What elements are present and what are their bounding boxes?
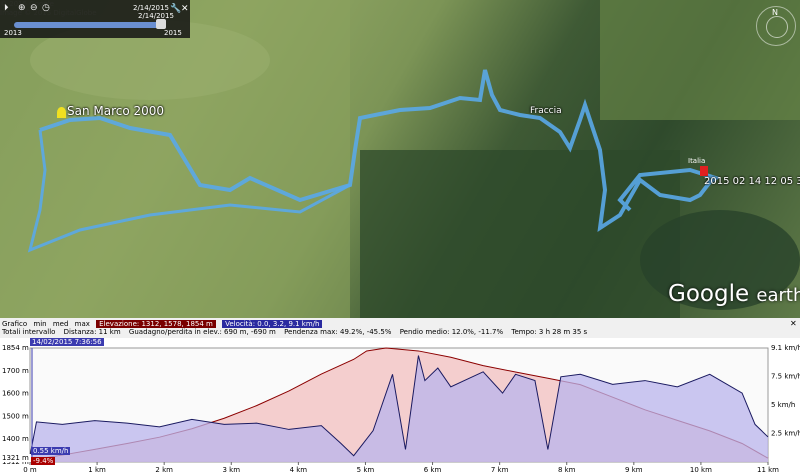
legend-max: max — [74, 320, 90, 328]
stats-gain-loss: Guadagno/perdita in elev.: 690 m, -690 m — [128, 328, 276, 336]
x-tick-label: 9 km — [625, 466, 643, 474]
play-icon[interactable]: ⏵ — [4, 3, 9, 13]
y-tick-label-right: 2.5 km/h — [771, 430, 800, 438]
profile-chart[interactable]: 0 m 1 km 2 km 3 km 4 km 5 km 6 km 7 km 8 km 9 km 1… — [0, 338, 800, 474]
time-slider-panel: ⏵ ⊕ ⊖ ◷ 2/14/2015 2/14/2015 2013 2015 🔧 … — [0, 0, 190, 38]
profile-close-icon[interactable]: ✕ — [790, 319, 797, 328]
profile-chart-svg[interactable]: 0 m 1 km 2 km 3 km 4 km 5 km 6 km 7 km 8 km 9 km 1… — [0, 338, 800, 474]
elevation-profile-panel: ✕ Grafico min med max Elevazione: 1312, … — [0, 318, 800, 474]
y-tick-label-left: 1600 m — [2, 390, 29, 398]
satellite-terrain — [0, 0, 800, 318]
x-tick-label: 4 km — [290, 466, 308, 474]
x-tick-label: 7 km — [491, 466, 509, 474]
zoom-in-icon[interactable]: ⊕ — [18, 3, 26, 13]
legend-velocity[interactable]: Velocità: 0.0, 3.2, 9.1 km/h — [222, 320, 323, 328]
compass-control[interactable]: N — [756, 6, 796, 46]
compass-ring-icon[interactable] — [766, 16, 788, 38]
brand-earth: earth — [756, 285, 800, 306]
x-tick-label: 1 km — [88, 466, 106, 474]
zoom-out-icon[interactable]: ⊖ — [30, 3, 38, 13]
x-tick-label: 11 km — [757, 466, 779, 474]
stats-distance: Distanza: 11 km — [63, 328, 121, 336]
legend-elevation[interactable]: Elevazione: 1312, 1578, 1854 m — [96, 320, 216, 328]
map-view[interactable]: San Marco 2000 Fraccia Italia 2015 02 14… — [0, 0, 800, 318]
x-tick-label: 3 km — [222, 466, 240, 474]
google-earth-logo: Google earth — [668, 281, 800, 307]
y-tick-label-right: 9.1 km/h — [771, 344, 800, 352]
brand-google: Google — [668, 281, 750, 307]
y-tick-label-right: 7.5 km/h — [771, 373, 800, 381]
y-tick-label-right: 5 km/h — [771, 401, 795, 409]
x-tick-label: 2 km — [155, 466, 173, 474]
track-timestamp-label: 2015 02 14 12 05 30 — [704, 176, 800, 187]
stats-totals: Totali intervallo — [2, 328, 56, 336]
slider-start-year: 2013 — [4, 29, 22, 37]
y-tick-label-left: 1500 m — [2, 412, 29, 420]
end-pin-icon[interactable] — [700, 166, 708, 176]
y-tick-label-left: 1400 m — [2, 435, 29, 443]
clock-icon[interactable]: ◷ — [42, 3, 50, 13]
stats-slope-avg: Pendio medio: 12.0%, -11.7% — [399, 328, 504, 336]
x-tick-label: 10 km — [690, 466, 712, 474]
start-pin-icon[interactable] — [57, 107, 66, 118]
place-label-small: Italia — [688, 157, 706, 165]
slider-end-year: 2015 — [164, 29, 182, 37]
x-tick-label: 5 km — [357, 466, 375, 474]
y-tick-label-left: 1854 m — [2, 344, 29, 352]
place-label-fraccia[interactable]: Fraccia — [530, 106, 562, 116]
time-slider-track[interactable] — [14, 22, 164, 28]
cursor-velocity-badge: 0.55 km/h — [31, 447, 71, 455]
stats-time: Tempo: 3 h 28 m 35 s — [511, 328, 588, 336]
legend-grafico: Grafico — [2, 320, 28, 328]
x-tick-label: 0 m — [23, 466, 37, 474]
y-tick-label-left: 1700 m — [2, 367, 29, 375]
profile-stats: Totali intervallo Distanza: 11 km Guadag… — [2, 328, 593, 336]
legend-med: med — [52, 320, 69, 328]
profile-legend: Grafico min med max Elevazione: 1312, 15… — [2, 320, 326, 328]
x-tick-label: 8 km — [558, 466, 576, 474]
legend-min: min — [33, 320, 47, 328]
cursor-elevation-badge: 1321 m — [0, 454, 31, 462]
place-label-san-marco[interactable]: San Marco 2000 — [67, 104, 164, 118]
cursor-grade-badge: -9.4% — [31, 457, 56, 465]
wrench-icon[interactable]: 🔧 — [170, 4, 181, 14]
time-slider-thumb[interactable] — [156, 19, 166, 29]
stats-slope-max: Pendenza max: 49.2%, -45.5% — [284, 328, 392, 336]
x-tick-label: 6 km — [424, 466, 442, 474]
slider-date-top: 2/14/2015 — [133, 4, 169, 12]
close-icon[interactable]: ✕ — [181, 4, 189, 14]
cursor-date-badge: 14/02/2015 7:36:56 — [30, 338, 104, 346]
